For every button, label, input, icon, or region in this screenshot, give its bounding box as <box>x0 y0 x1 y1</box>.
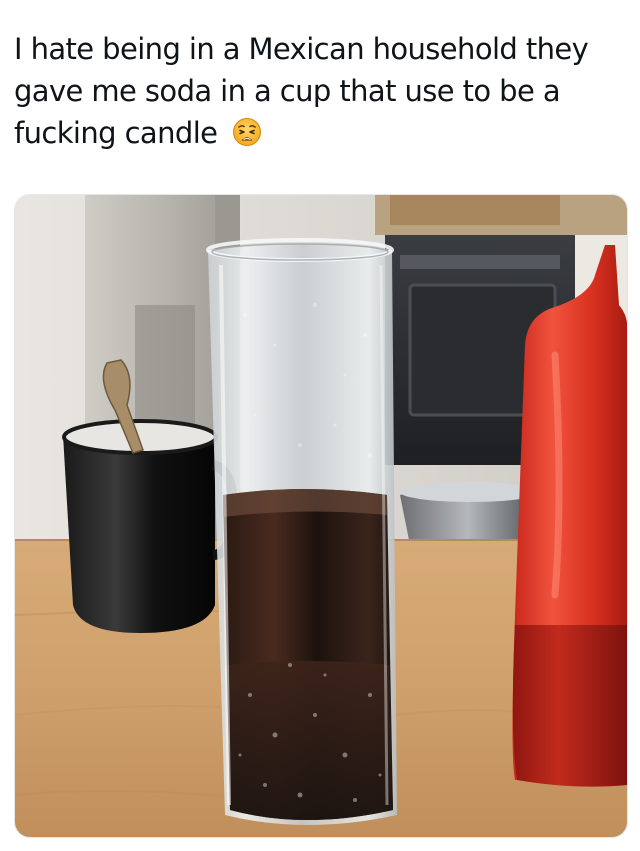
post-photo[interactable] <box>14 194 628 838</box>
post-text-content: I hate being in a Mexican household they… <box>14 32 589 150</box>
photo-glass-candle-soda-icon <box>15 195 627 837</box>
post-text: I hate being in a Mexican household they… <box>14 28 614 158</box>
weary-face-emoji-icon <box>232 116 262 158</box>
